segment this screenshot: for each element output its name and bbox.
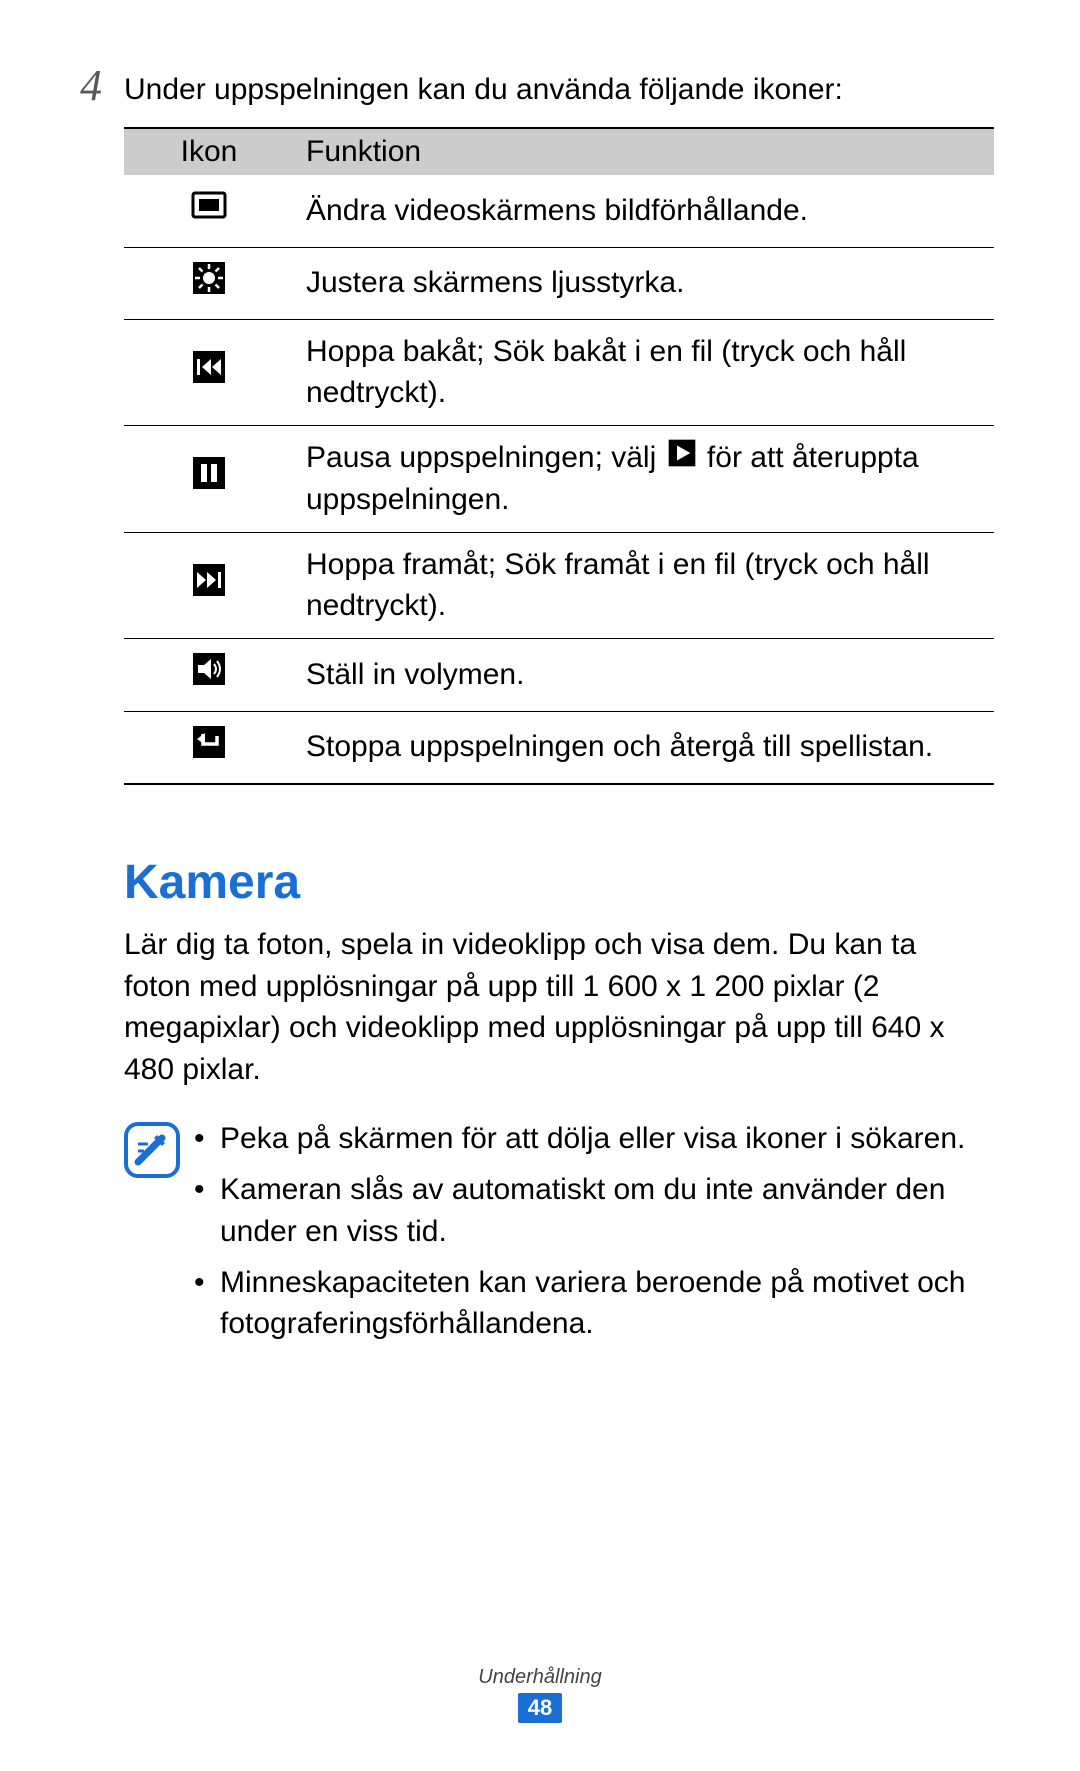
table-row: Ställ in volymen. (124, 639, 994, 712)
table-cell-text: Ändra videoskärmens bildförhållande. (294, 175, 994, 247)
table-cell-text: Stoppa uppspelningen och återgå till spe… (294, 711, 994, 784)
section-body: Lär dig ta foton, spela in videoklipp oc… (124, 924, 980, 1090)
table-row: Pausa uppspelningen; välj för att återup… (124, 426, 994, 533)
table-cell-text: Justera skärmens ljusstyrka. (294, 247, 994, 320)
table-row: Ändra videoskärmens bildförhållande. (124, 175, 994, 247)
page-footer: Underhållning 48 (0, 1666, 1080, 1723)
icon-function-table: Ikon Funktion Ändra videoskärmens bildfö… (124, 127, 994, 785)
table-header-icon: Ikon (124, 128, 294, 175)
footer-section-name: Underhållning (0, 1666, 1080, 1689)
play-icon (667, 438, 697, 480)
section-heading-kamera: Kamera (124, 855, 1000, 910)
table-cell-text: Hoppa framåt; Sök framåt i en fil (tryck… (294, 533, 994, 639)
note-list: Peka på skärmen för att dölja eller visa… (194, 1118, 980, 1355)
table-cell-text: Ställ in volymen. (294, 639, 994, 712)
table-row: Hoppa bakåt; Sök bakåt i en fil (tryck o… (124, 320, 994, 426)
note-icon (124, 1122, 180, 1183)
table-row: Justera skärmens ljusstyrka. (124, 247, 994, 320)
step-line: 4 Under uppspelningen kan du använda föl… (80, 70, 1000, 109)
skip-forward-icon (191, 562, 227, 610)
step-text: Under uppspelningen kan du använda följa… (124, 70, 843, 109)
table-row: Stoppa uppspelningen och återgå till spe… (124, 711, 994, 784)
note-item: Minneskapaciteten kan variera beroende p… (194, 1262, 980, 1345)
aspect-ratio-icon (191, 187, 227, 235)
pause-icon (191, 455, 227, 503)
volume-icon (191, 651, 227, 699)
table-header-function: Funktion (294, 128, 994, 175)
page-number-badge: 48 (518, 1693, 562, 1723)
brightness-icon (191, 260, 227, 308)
step-number: 4 (80, 64, 124, 108)
skip-back-icon (191, 349, 227, 397)
table-cell-text: Hoppa bakåt; Sök bakåt i en fil (tryck o… (294, 320, 994, 426)
table-row: Hoppa framåt; Sök framåt i en fil (tryck… (124, 533, 994, 639)
return-icon (191, 724, 227, 772)
note-item: Peka på skärmen för att dölja eller visa… (194, 1118, 980, 1159)
note-block: Peka på skärmen för att dölja eller visa… (124, 1118, 980, 1355)
pause-text-pre: Pausa uppspelningen; välj (306, 441, 665, 474)
table-cell-text: Pausa uppspelningen; välj för att återup… (294, 426, 994, 533)
note-item: Kameran slås av automatiskt om du inte a… (194, 1169, 980, 1252)
